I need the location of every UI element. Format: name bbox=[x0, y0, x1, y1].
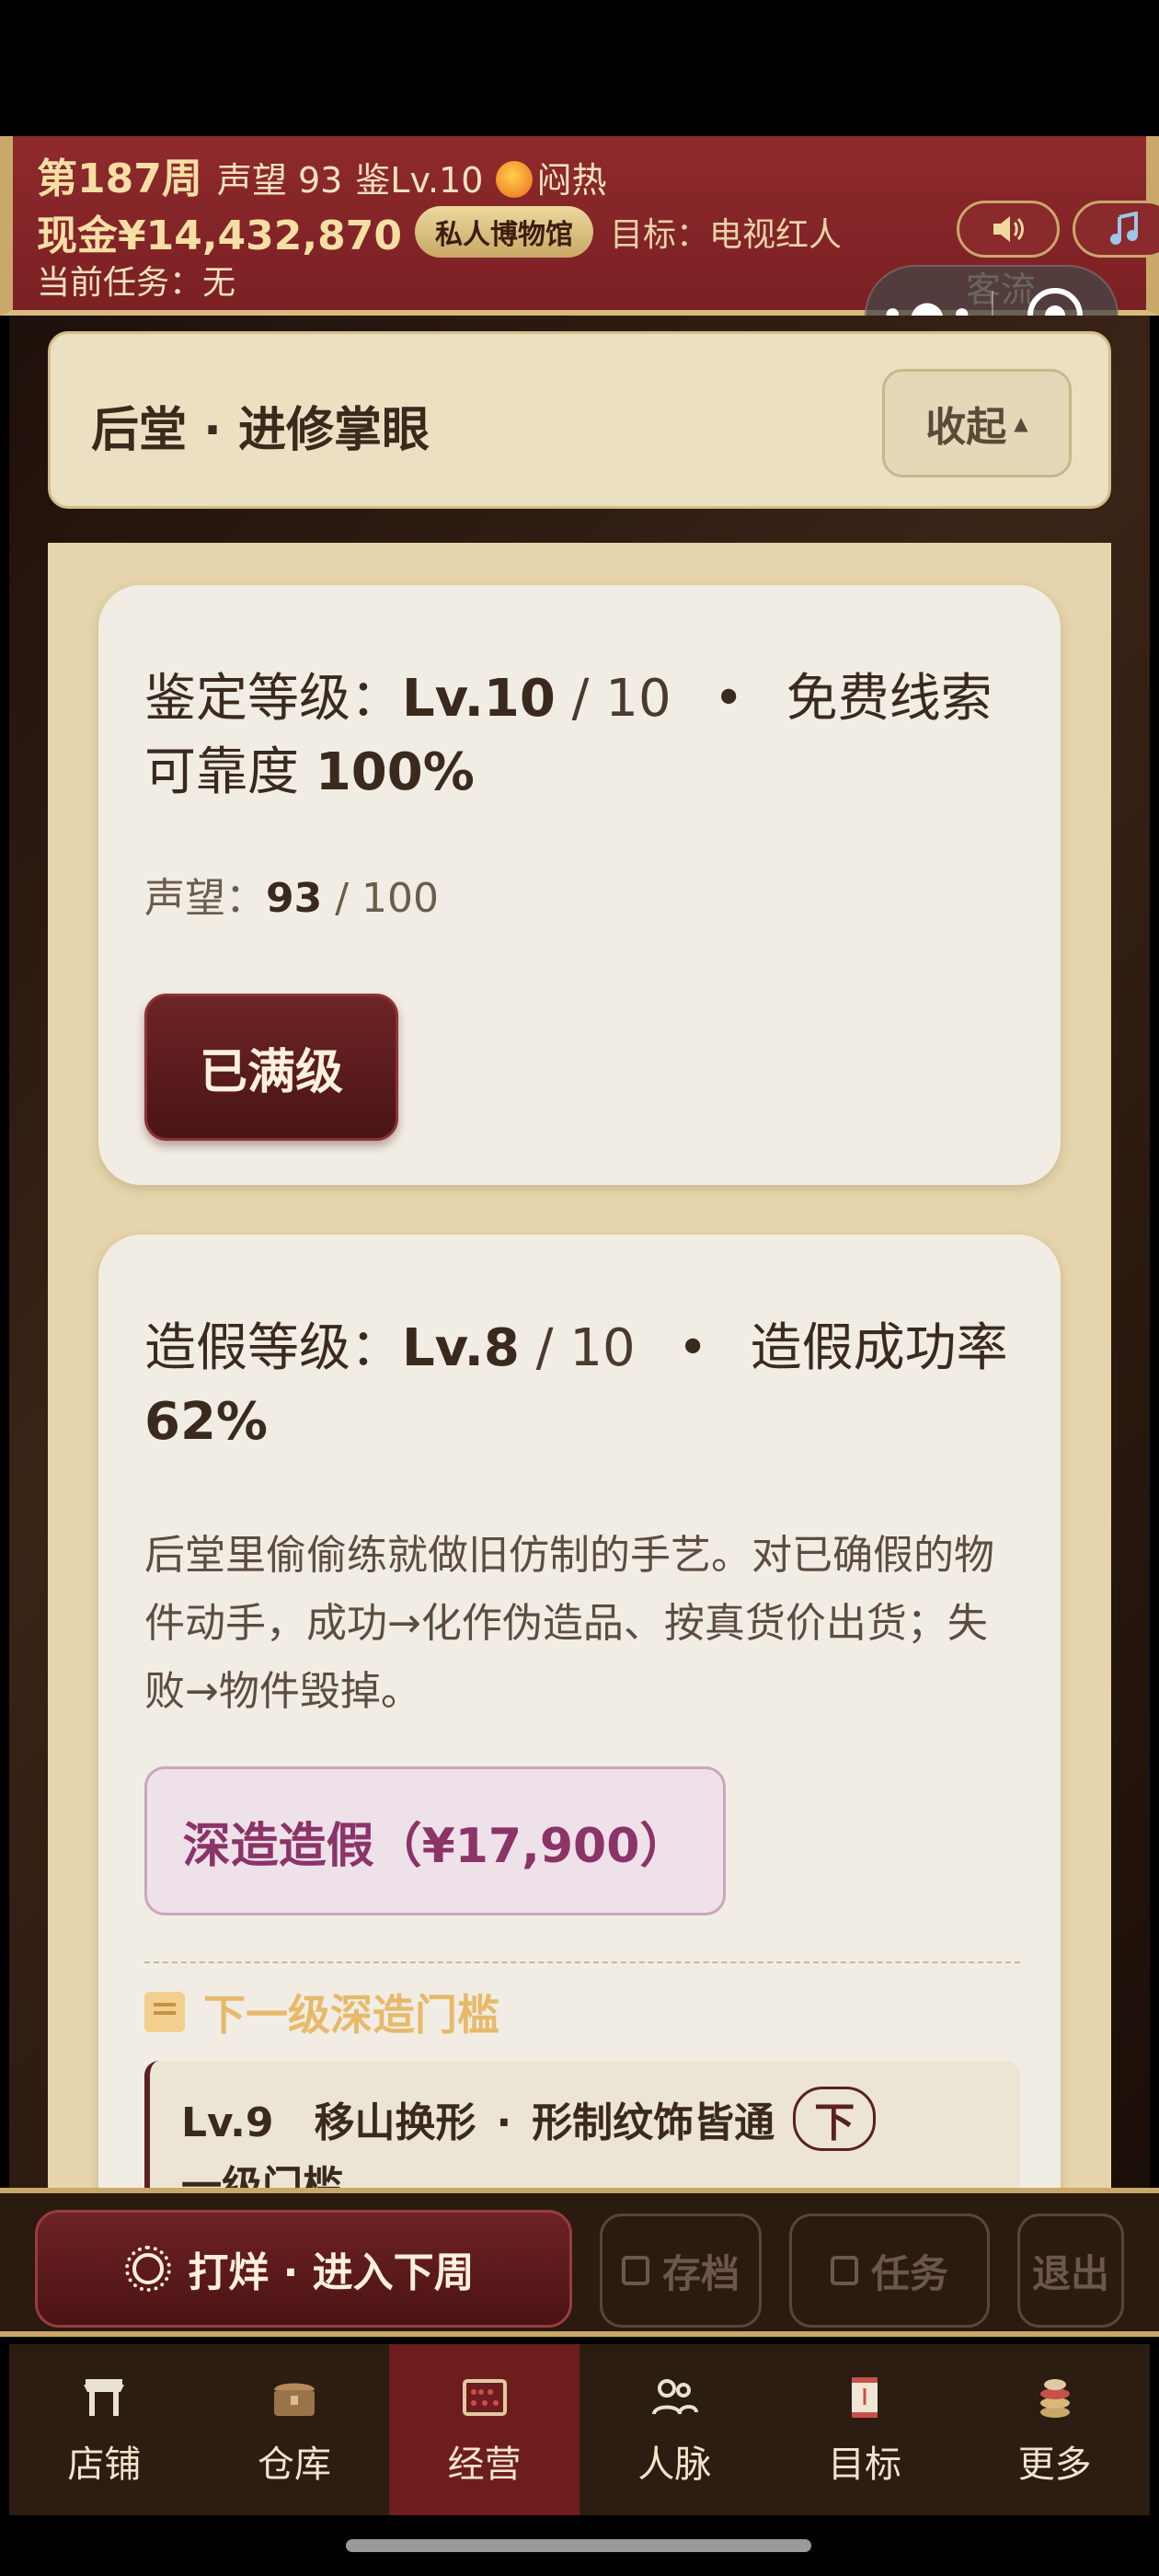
next-tier-desc: 形制纹饰皆通 bbox=[532, 2099, 775, 2146]
shop-icon bbox=[78, 2372, 130, 2423]
cash-amount: 现金¥14,432,870 bbox=[37, 213, 402, 259]
people-icon bbox=[648, 2372, 700, 2423]
exit-button[interactable]: 退出 bbox=[1017, 2214, 1124, 2328]
next-tier-level: Lv.9 bbox=[181, 2099, 274, 2146]
appraisal-card: 鉴定等级：Lv.10 / 10 • 免费线索 可靠度 100% 声望：93 / 10… bbox=[98, 585, 1061, 1185]
reliability-line: 可靠度 100% bbox=[144, 736, 475, 810]
task-label: 任务 bbox=[870, 2250, 948, 2296]
tab-shop[interactable]: 店铺 bbox=[9, 2344, 200, 2515]
header-stats-row: 第187周 声望 93 鉴Lv.10 闷热 bbox=[37, 145, 606, 204]
next-threshold-title: 下一级深造门槛 bbox=[203, 1990, 499, 2040]
scroll-icon bbox=[144, 1992, 185, 2032]
coins-icon bbox=[1029, 2372, 1081, 2423]
forgery-rate-line: 62% bbox=[144, 1386, 268, 1459]
reliability-value: 100% bbox=[315, 742, 475, 802]
home-indicator bbox=[346, 2539, 811, 2552]
speaker-icon bbox=[993, 216, 1024, 242]
panel-header: 后堂 · 进修掌眼 收起 ▲ bbox=[48, 331, 1111, 509]
appraisal-level-value: Lv.10 bbox=[402, 669, 556, 729]
appraisal-level-max: / 10 bbox=[571, 669, 671, 729]
reputation-max: / 100 bbox=[322, 875, 440, 922]
next-tier-box: Lv.9 移山换形 · 形制纹饰皆通下 一级门槛 bbox=[144, 2061, 1020, 2188]
tab-shop-label: 店铺 bbox=[67, 2444, 142, 2486]
tab-goals-label: 目标 bbox=[828, 2444, 902, 2486]
hot-face-icon bbox=[496, 161, 534, 198]
next-tier-name: 移山换形 bbox=[314, 2099, 476, 2146]
separator-dot: · bbox=[496, 2099, 512, 2146]
task-button[interactable]: 任务 bbox=[789, 2214, 990, 2328]
weather-label: 闷热 bbox=[536, 160, 607, 201]
next-week-label: 打烊 · 进入下周 bbox=[188, 2249, 475, 2296]
forgery-card: 造假等级：Lv.8 / 10 • 造假成功率 62% 后堂里偷偷练就做旧仿制的手艺。… bbox=[98, 1235, 1061, 2188]
separator-dot: • bbox=[677, 1318, 708, 1378]
status-bar bbox=[0, 0, 1159, 136]
save-button[interactable]: 存档 bbox=[600, 2214, 762, 2328]
forgery-level-value: Lv.8 bbox=[402, 1318, 520, 1378]
reputation-label: 声望： bbox=[144, 875, 266, 922]
museum-badge: 私人博物馆 bbox=[414, 206, 593, 258]
appraisal-level-stat: 鉴Lv.10 bbox=[355, 160, 484, 201]
header-cash-row: 现金¥14,432,870 私人博物馆 目标：电视红人 bbox=[37, 202, 842, 261]
forgery-level-max: / 10 bbox=[535, 1318, 636, 1378]
tab-goals[interactable]: 目标 bbox=[770, 2344, 960, 2515]
forgery-description: 后堂里偷偷练就做旧仿制的手艺。对已确假的物件动手，成功→化作伪造品、按真货价出货… bbox=[144, 1532, 994, 1715]
appraisal-level-line: 鉴定等级：Lv.10 / 10 • 免费线索 bbox=[144, 662, 993, 736]
tab-business[interactable]: 经营 bbox=[389, 2344, 580, 2515]
next-week-button[interactable]: 打烊 · 进入下周 bbox=[35, 2210, 572, 2328]
abacus-icon bbox=[459, 2372, 511, 2423]
week-counter: 第187周 bbox=[37, 155, 202, 202]
forgery-level-line: 造假等级：Lv.8 / 10 • 造假成功率 bbox=[144, 1312, 1008, 1386]
sun-icon bbox=[125, 2246, 172, 2292]
tab-warehouse[interactable]: 仓库 bbox=[200, 2344, 390, 2515]
scroll-icon bbox=[839, 2372, 890, 2423]
task-icon bbox=[830, 2256, 858, 2285]
tab-business-label: 经营 bbox=[447, 2444, 522, 2486]
target-label: 目标：电视红人 bbox=[609, 216, 842, 254]
action-bar: 打烊 · 进入下周 存档 任务 退出 bbox=[0, 2188, 1159, 2337]
forgery-level-label: 造假等级： bbox=[144, 1318, 402, 1378]
collapse-label: 收起 bbox=[925, 404, 1007, 451]
collapse-button[interactable]: 收起 ▲ bbox=[882, 369, 1072, 477]
music-note-icon bbox=[1110, 212, 1138, 245]
training-panel-content[interactable]: 鉴定等级：Lv.10 / 10 • 免费线索 可靠度 100% 声望：93 / 10… bbox=[48, 543, 1111, 2188]
divider bbox=[144, 1961, 1020, 1963]
next-tier-badge: 下 bbox=[793, 2087, 877, 2151]
forgery-success-rate: 62% bbox=[144, 1392, 269, 1452]
panel-title: 后堂 · 进修掌眼 bbox=[91, 403, 430, 458]
floppy-disk-icon bbox=[621, 2256, 649, 2285]
sound-toggle-button[interactable] bbox=[957, 201, 1060, 258]
reputation-stat: 声望 93 bbox=[216, 160, 343, 201]
next-threshold-heading: 下一级深造门槛 bbox=[144, 1982, 499, 2042]
reliability-label: 可靠度 bbox=[144, 742, 316, 802]
tab-more-label: 更多 bbox=[1017, 2444, 1092, 2486]
separator-dot: • bbox=[713, 669, 744, 729]
bottom-tab-bar: 店铺 仓库 经营 人脉 目标 更多 bbox=[9, 2344, 1150, 2515]
appraisal-level-label: 鉴定等级： bbox=[144, 669, 402, 729]
next-tier-line-2: 一级门槛 bbox=[181, 2163, 343, 2188]
save-label: 存档 bbox=[661, 2250, 740, 2296]
chest-icon bbox=[269, 2372, 320, 2423]
upgrade-forgery-button[interactable]: 深造造假（¥17,900） bbox=[144, 1766, 726, 1915]
maxed-level-button[interactable]: 已满级 bbox=[144, 994, 398, 1141]
chevron-up-icon: ▲ bbox=[1014, 412, 1028, 434]
current-task-label: 当前任务：无 bbox=[37, 264, 236, 302]
reputation-value: 93 bbox=[266, 875, 323, 922]
forgery-perk: 造假成功率 bbox=[750, 1318, 1008, 1378]
tab-contacts-label: 人脉 bbox=[637, 2444, 712, 2486]
next-tier-line: Lv.9 移山换形 · 形制纹饰皆通下 bbox=[181, 2087, 877, 2151]
tab-contacts[interactable]: 人脉 bbox=[580, 2344, 770, 2515]
tab-more[interactable]: 更多 bbox=[959, 2344, 1150, 2515]
appraisal-perk: 免费线索 bbox=[786, 669, 993, 729]
reputation-line: 声望：93 / 100 bbox=[144, 865, 439, 924]
tab-warehouse-label: 仓库 bbox=[258, 2444, 331, 2486]
music-toggle-button[interactable] bbox=[1073, 201, 1159, 258]
